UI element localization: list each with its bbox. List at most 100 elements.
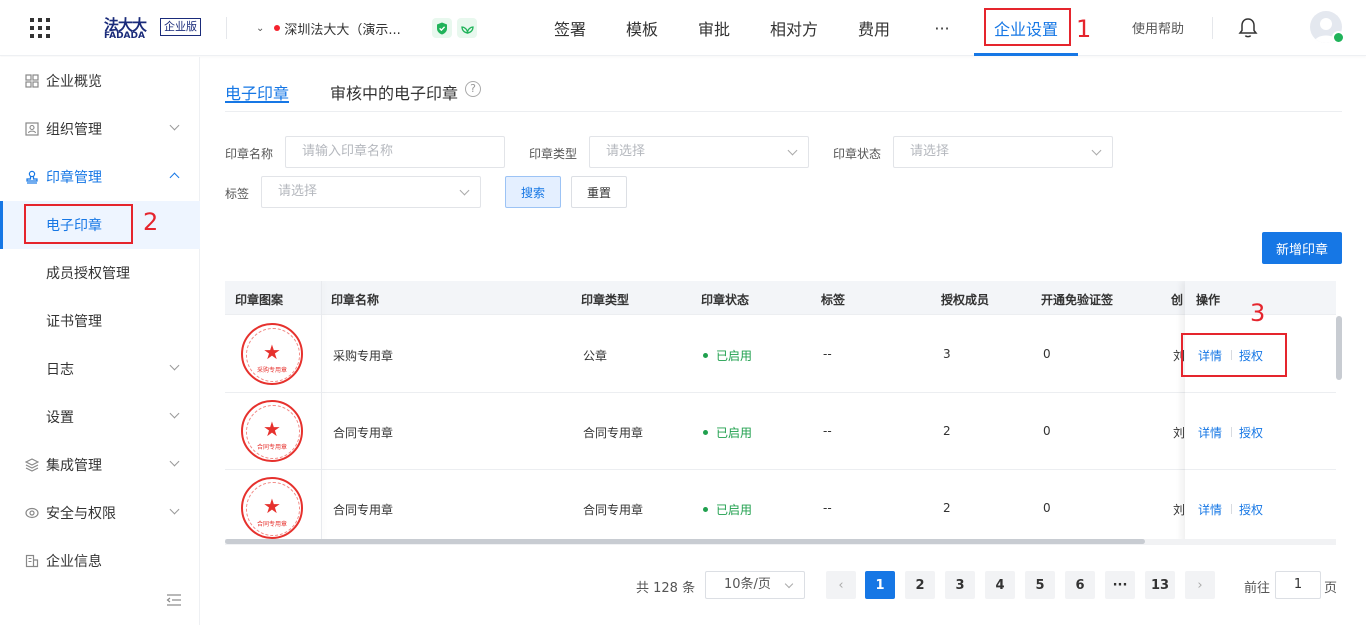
tag-select[interactable]: 请选择 — [261, 176, 481, 208]
status-badge: 已启用 — [703, 501, 752, 518]
nav-fees[interactable]: 费用 — [850, 0, 898, 56]
chevron-up-icon — [169, 172, 180, 183]
star-icon: ★ — [263, 340, 281, 364]
col-seal-image: 印章图案 — [235, 293, 284, 307]
sidebar-item-security[interactable]: 安全与权限 — [0, 489, 200, 537]
building-icon — [25, 554, 39, 568]
lock-icon — [25, 506, 39, 520]
prev-page-button[interactable]: ‹ — [826, 571, 856, 599]
tab-seals-under-review[interactable]: 审核中的电子印章 — [330, 80, 458, 104]
sidebar-item-member-authorization[interactable]: 成员授权管理 — [0, 249, 200, 297]
seal-name: 合同专用章 — [333, 503, 394, 517]
page-5-button[interactable]: 5 — [1025, 571, 1055, 599]
authorize-link[interactable]: 授权 — [1239, 501, 1263, 518]
sidebar-item-org[interactable]: 组织管理 — [0, 105, 200, 153]
collapse-sidebar-icon[interactable] — [166, 592, 182, 611]
nav-template[interactable]: 模板 — [618, 0, 666, 56]
next-page-button[interactable]: › — [1185, 571, 1215, 599]
authorize-link[interactable]: 授权 — [1239, 424, 1263, 441]
detail-link[interactable]: 详情 — [1198, 501, 1222, 518]
sidebar-item-overview[interactable]: 企业概览 — [0, 57, 200, 105]
chevron-down-icon — [169, 120, 180, 131]
seal-image[interactable]: ★ 合同专用章 — [241, 477, 303, 539]
leaf-icon[interactable] — [457, 18, 477, 38]
col-seal-type: 印章类型 — [581, 293, 630, 307]
verified-check-icon — [1332, 31, 1345, 44]
add-seal-button[interactable]: 新增印章 — [1262, 232, 1342, 264]
shield-check-icon[interactable] — [432, 18, 452, 38]
seal-image[interactable]: ★ 采购专用章 — [241, 323, 303, 385]
fadada-logo[interactable]: 法大大 FADADA 企业版 — [104, 14, 204, 42]
seal-type-select[interactable]: 请选择 — [589, 136, 809, 168]
row-divider — [1185, 392, 1336, 393]
horizontal-scroll-thumb[interactable] — [225, 539, 1145, 544]
nav-sign[interactable]: 签署 — [546, 0, 594, 56]
seal-status-select[interactable]: 请选择 — [893, 136, 1113, 168]
col-actions: 操作 — [1196, 293, 1221, 307]
seal-text: 合同专用章 — [256, 444, 287, 451]
page-3-button[interactable]: 3 — [945, 571, 975, 599]
free-verification-count: 0 — [1043, 501, 1051, 515]
annotation-box-2 — [24, 204, 133, 244]
annotation-box-1 — [984, 8, 1071, 46]
goto-page-input[interactable]: 1 — [1275, 571, 1321, 599]
help-circle-icon[interactable]: ? — [465, 81, 481, 97]
horizontal-scrollbar[interactable] — [225, 539, 1336, 545]
tags: -- — [823, 501, 832, 515]
nav-counterparty[interactable]: 相对方 — [762, 0, 826, 56]
seal-name-label: 印章名称 — [225, 147, 274, 161]
page-ellipsis-button[interactable]: ··· — [1105, 571, 1135, 599]
annotation-number-1: 1 — [1076, 15, 1092, 43]
seal-name-input[interactable]: 请输入印章名称 — [285, 136, 505, 168]
col-free-verification: 开通免验证签 — [1041, 293, 1114, 307]
logo-text-en: FADADA — [104, 31, 145, 41]
nav-approval[interactable]: 审批 — [690, 0, 738, 56]
chevron-down-icon — [784, 579, 794, 589]
member-count: 2 — [943, 501, 951, 515]
nav-more[interactable]: ··· — [922, 0, 962, 56]
page-6-button[interactable]: 6 — [1065, 571, 1095, 599]
chevron-down-icon: ⌄ — [256, 22, 265, 34]
help-link[interactable]: 使用帮助 — [1132, 18, 1184, 37]
status-dot — [703, 353, 708, 358]
annotation-box-3 — [1181, 333, 1287, 377]
bell-icon[interactable] — [1238, 17, 1258, 43]
tags: -- — [823, 424, 832, 438]
grid-menu-icon[interactable] — [30, 18, 50, 38]
seal-text: 合同专用章 — [256, 521, 287, 528]
layers-icon — [24, 458, 40, 472]
chevron-down-icon — [787, 145, 798, 156]
sidebar-item-integration[interactable]: 集成管理 — [0, 441, 200, 489]
reset-button[interactable]: 重置 — [571, 176, 627, 208]
org-name: 深圳法大大（演示... — [284, 22, 401, 38]
sidebar-item-logs[interactable]: 日志 — [0, 345, 200, 393]
page-4-button[interactable]: 4 — [985, 571, 1015, 599]
table-row: ★ 合同专用章 合同专用章 合同专用章 已启用 -- 2 0 刘 — [225, 470, 1336, 543]
col-seal-name: 印章名称 — [331, 293, 380, 307]
annotation-number-2: 2 — [143, 208, 159, 236]
status-dot — [703, 430, 708, 435]
creator: 刘 — [1173, 503, 1186, 517]
member-count: 3 — [943, 347, 951, 361]
seal-image[interactable]: ★ 合同专用章 — [241, 400, 303, 462]
vertical-scrollbar[interactable] — [1336, 316, 1342, 380]
seal-status-label: 印章状态 — [833, 147, 882, 161]
sidebar-item-settings[interactable]: 设置 — [0, 393, 200, 441]
annotation-number-3: 3 — [1250, 299, 1266, 327]
sidebar-item-enterprise-info[interactable]: 企业信息 — [0, 537, 200, 585]
tags: -- — [823, 347, 832, 361]
free-verification-count: 0 — [1043, 347, 1051, 361]
page-1-button[interactable]: 1 — [865, 571, 895, 599]
chevron-down-icon — [169, 360, 180, 371]
page-13-button[interactable]: 13 — [1145, 571, 1175, 599]
sidebar-item-label: 集成管理 — [46, 458, 102, 474]
page-size-value: 10条/页 — [724, 577, 771, 592]
detail-link[interactable]: 详情 — [1198, 424, 1222, 441]
sidebar-item-certificates[interactable]: 证书管理 — [0, 297, 200, 345]
org-selector[interactable]: ⌄ 深圳法大大（演示... — [256, 18, 401, 38]
sidebar-item-seal-management[interactable]: 印章管理 — [0, 153, 200, 201]
search-button[interactable]: 搜索 — [505, 176, 561, 208]
page-size-select[interactable]: 10条/页 — [705, 571, 805, 599]
page-2-button[interactable]: 2 — [905, 571, 935, 599]
chevron-down-icon — [169, 408, 180, 419]
